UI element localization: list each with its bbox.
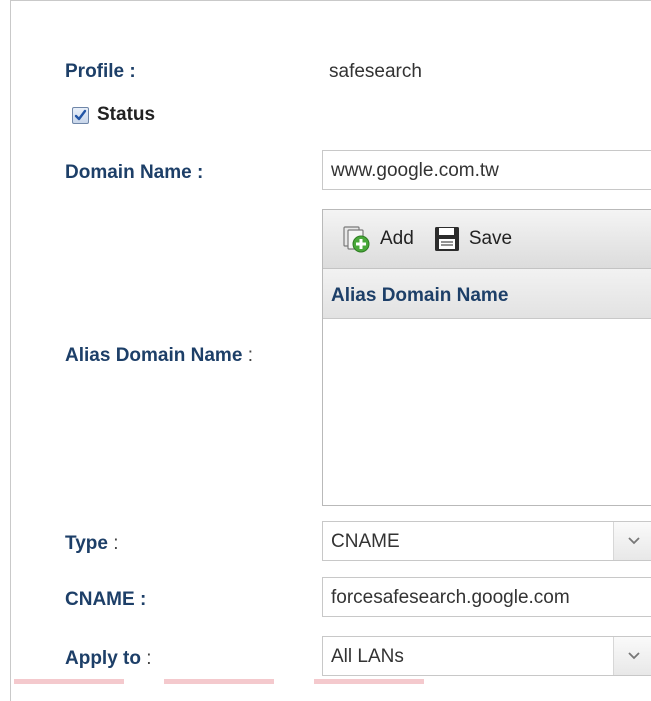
status-checkbox[interactable] xyxy=(72,106,89,124)
type-select-arrow[interactable] xyxy=(613,522,651,560)
apply-to-label-colon: : xyxy=(146,648,152,669)
save-button[interactable]: Save xyxy=(434,226,512,252)
apply-to-label-text: Apply to xyxy=(65,648,141,669)
save-button-label: Save xyxy=(468,228,513,249)
apply-to-select-value: All LANs xyxy=(331,646,404,667)
apply-to-select[interactable]: All LANs xyxy=(322,636,651,676)
accent-bar xyxy=(14,679,124,684)
add-button-label: Add xyxy=(380,228,414,249)
type-label: Type : xyxy=(65,533,119,555)
alias-domain-toolbar: Add Save xyxy=(323,210,651,269)
status-checkbox-row[interactable]: Status xyxy=(72,104,155,126)
domain-name-input[interactable]: www.google.com.tw xyxy=(322,150,651,190)
accent-bar xyxy=(314,679,424,684)
type-select-value: CNAME xyxy=(331,531,400,552)
apply-to-select-arrow[interactable] xyxy=(613,637,651,675)
cname-label: CNAME : xyxy=(65,589,147,610)
bottom-accent-decoration xyxy=(0,679,651,684)
add-button[interactable]: Add xyxy=(341,225,414,253)
add-icon xyxy=(343,226,370,253)
alias-domain-column-header[interactable]: Alias Domain Name xyxy=(323,269,651,319)
cname-input[interactable]: forcesafesearch.google.com xyxy=(322,577,651,617)
type-label-colon: : xyxy=(113,533,119,554)
alias-domain-name-label-text: Alias Domain Name xyxy=(65,345,243,366)
checkmark-icon xyxy=(74,109,87,120)
alias-domain-name-label-colon: : xyxy=(247,345,253,366)
type-select[interactable]: CNAME xyxy=(322,521,651,561)
profile-value: safesearch xyxy=(329,61,422,82)
alias-domain-list-body xyxy=(323,319,651,505)
type-label-text: Type xyxy=(65,533,108,554)
profile-label: Profile : xyxy=(65,61,136,82)
accent-bar xyxy=(164,679,274,684)
alias-domain-grid: Add Save Alias Domain Name xyxy=(322,209,651,506)
alias-domain-name-label: Alias Domain Name : xyxy=(65,345,253,367)
domain-name-label: Domain Name : xyxy=(65,162,204,183)
save-icon xyxy=(434,227,459,251)
status-label: Status xyxy=(97,104,156,125)
apply-to-label: Apply to : xyxy=(65,648,152,670)
chevron-down-icon xyxy=(628,537,640,545)
chevron-down-icon xyxy=(628,652,640,660)
